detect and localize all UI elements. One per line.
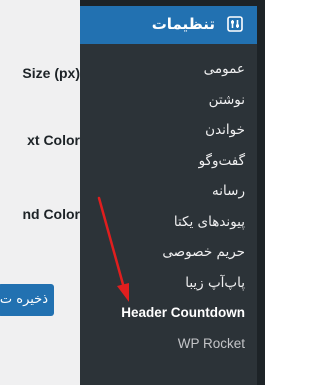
submenu-item-discussion[interactable]: گفت‌وگو — [80, 146, 257, 177]
settings-sliders-icon — [227, 16, 243, 32]
settings-content-area: Size (px) xt Color nd Color ذخیره ت — [0, 0, 90, 385]
text-color-label: xt Color — [27, 132, 80, 148]
settings-menu-header[interactable]: تنظیمات — [72, 6, 257, 44]
submenu-item-header-countdown[interactable]: Header Countdown — [80, 298, 257, 329]
submenu-item-writing[interactable]: نوشتن — [80, 85, 257, 116]
submenu-item-permalinks[interactable]: پیوندهای یکتا — [80, 207, 257, 238]
background-color-label: nd Color — [22, 206, 80, 222]
submenu-item-wp-rocket[interactable]: WP Rocket — [80, 329, 257, 360]
settings-submenu: عمومی نوشتن خواندن گفت‌وگو رسانه پیوندها… — [80, 54, 257, 359]
settings-menu-title: تنظیمات — [151, 15, 215, 33]
submenu-item-popup[interactable]: پاپ‌آپ زیبا — [80, 268, 257, 299]
submenu-item-privacy[interactable]: حریم خصوصی — [80, 237, 257, 268]
save-changes-button[interactable]: ذخیره ت — [0, 284, 54, 316]
screenshot-root: Size (px) xt Color nd Color ذخیره ت تنظی… — [0, 0, 265, 385]
current-menu-pointer — [72, 17, 80, 33]
submenu-item-media[interactable]: رسانه — [80, 176, 257, 207]
admin-sidebar: تنظیمات عمومی نوشتن خواندن گفت‌وگو رسانه… — [72, 0, 265, 385]
font-size-label: Size (px) — [22, 65, 80, 81]
submenu-item-reading[interactable]: خواندن — [80, 115, 257, 146]
submenu-item-general[interactable]: عمومی — [80, 54, 257, 85]
scrollbar-edge — [257, 0, 265, 385]
